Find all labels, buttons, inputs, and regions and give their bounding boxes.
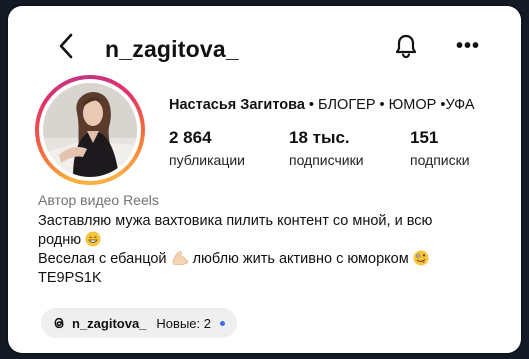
profile-username: n_zagitova_ (105, 36, 239, 62)
stat-followers[interactable]: 18 тыс. подписчики (289, 128, 364, 168)
bio-line-3-text-b: люблю жить активно с юморком (192, 251, 409, 267)
stat-followers-value: 18 тыс. (289, 128, 350, 147)
avatar-story-ring[interactable] (35, 75, 145, 185)
notifications-button[interactable] (392, 30, 420, 62)
flexed-biceps-emoji-icon (172, 251, 188, 265)
stat-following-label: подписки (410, 152, 470, 168)
stat-following[interactable]: 151 подписки (410, 128, 470, 168)
avatar-photo (43, 83, 137, 177)
stat-following-value: 151 (410, 128, 439, 147)
grinning-face-emoji-icon (85, 231, 101, 247)
bell-icon (395, 34, 417, 59)
profile-bio: Заставляю мужа вахтовика пилить контент … (38, 212, 508, 288)
bio-line-1: Заставляю мужа вахтовика пилить контент … (38, 213, 433, 229)
profile-header: n_zagitova_ ••• (8, 6, 521, 76)
avatar-frame (39, 79, 141, 181)
threads-link-button[interactable]: n_zagitova_ Новые: 2 (41, 308, 237, 338)
stat-posts-label: публикации (169, 152, 245, 168)
more-options-button[interactable]: ••• (452, 35, 484, 57)
threads-new-count: Новые: 2 (156, 315, 211, 331)
zany-face-emoji-icon (413, 250, 429, 266)
bio-line-3-text-a: Веселая с ебанцой (38, 251, 167, 267)
avatar (43, 83, 137, 177)
bio-line-2: родню (38, 231, 508, 250)
display-name: Настасья Загитова (169, 97, 305, 113)
stat-posts[interactable]: 2 864 публикации (169, 128, 245, 168)
profile-card: n_zagitova_ ••• Настасья Загитова • БЛОГ… (8, 6, 521, 353)
profile-tags: • БЛОГЕР • ЮМОР •УФА (304, 97, 475, 113)
new-indicator-dot (219, 320, 225, 326)
bio-line-3: Веселая с ебанцой люблю жить активно с ю… (38, 250, 508, 269)
back-button[interactable] (52, 30, 80, 62)
profile-title-line: Настасья Загитова • БЛОГЕР • ЮМОР •УФА (169, 97, 475, 113)
threads-icon (54, 317, 64, 329)
chevron-left-icon (59, 33, 73, 59)
profile-category: Автор видео Reels (38, 192, 159, 208)
stat-posts-value: 2 864 (169, 128, 212, 147)
stat-followers-label: подписчики (289, 152, 364, 168)
bio-line-2-text: родню (38, 232, 82, 248)
threads-username: n_zagitova_ (72, 315, 147, 331)
bio-line-4: TE9PS1K (38, 270, 102, 286)
